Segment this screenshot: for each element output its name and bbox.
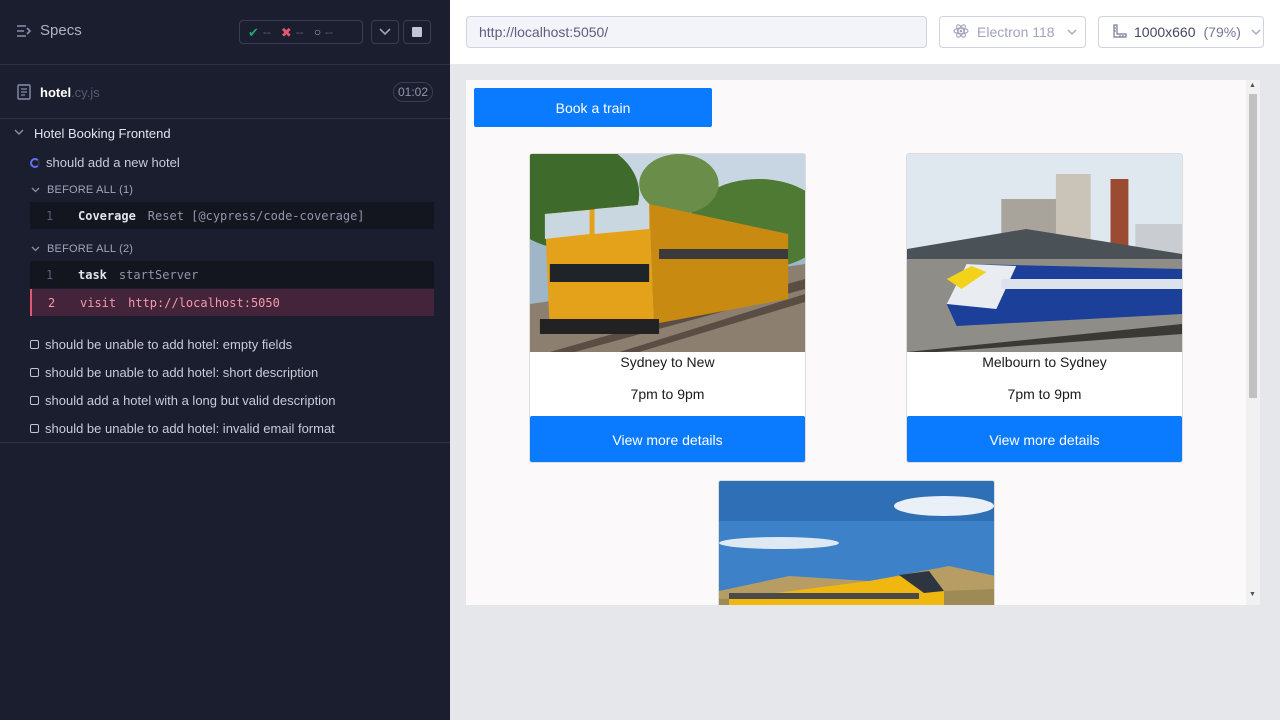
card-time: 7pm to 9pm: [1007, 386, 1082, 402]
view-details-button[interactable]: View more details: [530, 416, 805, 462]
book-train-button[interactable]: Book a train: [474, 88, 712, 127]
electron-icon: [953, 23, 969, 42]
url-bar[interactable]: http://localhost:5050/: [466, 16, 927, 48]
chevron-down-icon: [31, 184, 40, 196]
scroll-down-arrow-icon[interactable]: ▼: [1249, 591, 1256, 598]
chevron-down-icon: [1067, 27, 1077, 38]
runner-toolbar: http://localhost:5050/ Electron 118 1000…: [450, 0, 1280, 64]
ruler-icon: [1112, 23, 1128, 42]
train-image: [719, 481, 994, 605]
command-row[interactable]: 1 Coverage Reset [@cypress/code-coverage…: [30, 202, 434, 229]
document-icon: [17, 84, 31, 105]
hook-before-all-2[interactable]: BEFORE ALL (2): [31, 243, 133, 255]
browser-selector[interactable]: Electron 118: [939, 16, 1086, 48]
reporter-header: Specs ✔ -- ✖ -- ○ --: [0, 0, 450, 65]
app-viewport: Book a train Sydney to New 7pm to 9pm Vi…: [466, 80, 1260, 605]
view-details-button[interactable]: View more details: [907, 416, 1182, 462]
train-card: Melbourn to Sydney 7pm to 9pm View more …: [906, 153, 1183, 463]
specs-button[interactable]: Specs: [16, 22, 82, 39]
card-title: Sydney to New: [620, 354, 715, 370]
scroll-thumb[interactable]: [1249, 94, 1257, 398]
train-card: Sydney to New 7pm to 9pm View more detai…: [529, 153, 806, 463]
train-image: [530, 154, 805, 352]
pending-stat: ○ --: [313, 25, 334, 39]
chevron-down-icon: [31, 243, 40, 255]
pending-test[interactable]: should be unable to add hotel: empty fie…: [30, 337, 292, 352]
train-image: [907, 154, 1182, 352]
pending-circle-icon: ○: [313, 25, 322, 39]
pending-test[interactable]: should add a hotel with a long but valid…: [30, 393, 336, 408]
reporter-panel: Specs ✔ -- ✖ -- ○ -- hotel.cy.js 01:02 Hote…: [0, 0, 450, 720]
pending-square-icon: [30, 340, 39, 349]
hook-before-all-1[interactable]: BEFORE ALL (1): [31, 184, 133, 196]
stop-button[interactable]: [403, 20, 431, 44]
test-stats: ✔ -- ✖ -- ○ --: [239, 20, 363, 44]
passed-stat: ✔ --: [248, 24, 271, 40]
command-row[interactable]: 1 task startServer: [30, 261, 434, 288]
x-icon: ✖: [280, 24, 292, 40]
pending-test[interactable]: should be unable to add hotel: short des…: [30, 365, 318, 380]
train-card: [718, 480, 995, 605]
card-title: Melbourn to Sydney: [982, 354, 1107, 370]
running-test[interactable]: should add a new hotel: [30, 155, 180, 170]
running-spinner-icon: [30, 157, 40, 168]
chevron-down-icon: [379, 23, 391, 41]
pending-square-icon: [30, 396, 39, 405]
stop-icon: [412, 27, 422, 37]
expand-collapse-button[interactable]: [371, 20, 399, 44]
pending-square-icon: [30, 368, 39, 377]
app-scrollbar[interactable]: ▲ ▼: [1246, 80, 1260, 605]
viewport-selector[interactable]: 1000x660 (79%): [1098, 16, 1264, 48]
pending-test[interactable]: should be unable to add hotel: invalid e…: [30, 421, 335, 436]
specs-label: Specs: [40, 22, 82, 39]
suite-title[interactable]: Hotel Booking Frontend: [14, 126, 171, 141]
spec-file-name[interactable]: hotel.cy.js: [40, 85, 100, 100]
card-time: 7pm to 9pm: [630, 386, 705, 402]
specs-menu-icon: [16, 24, 32, 38]
scroll-up-arrow-icon[interactable]: ▲: [1249, 82, 1256, 89]
failed-stat: ✖ --: [280, 24, 304, 40]
pending-square-icon: [30, 424, 39, 433]
chevron-down-icon: [1251, 27, 1261, 38]
spec-duration: 01:02: [393, 82, 433, 102]
check-icon: ✔: [248, 24, 259, 40]
chevron-down-icon: [14, 128, 24, 139]
command-row-failed[interactable]: 2 visit http://localhost:5050: [30, 289, 434, 316]
divider: [0, 442, 450, 443]
